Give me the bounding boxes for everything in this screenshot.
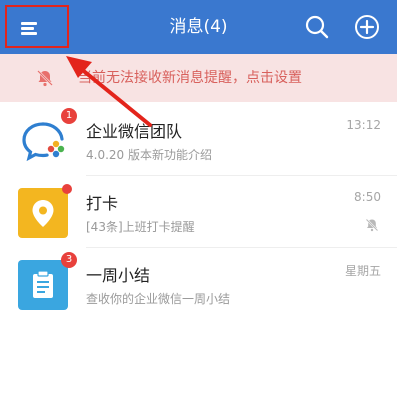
conversation-preview: [43条]上班打卡提醒	[86, 220, 195, 234]
conversation-preview: 4.0.20 版本新功能介绍	[86, 148, 212, 162]
avatar	[18, 116, 68, 166]
conversation-row[interactable]: 1 企业微信团队 4.0.20 版本新功能介绍 13:12	[0, 104, 397, 176]
wecom-logo-icon	[22, 122, 65, 162]
plus-circle-icon	[355, 15, 379, 39]
notice-text: 当前无法接收新消息提醒，点击设置	[78, 70, 302, 86]
conversation-preview: 查收你的企业微信一周小结	[86, 292, 231, 306]
conversation-row[interactable]: 打卡 [43条]上班打卡提醒 8:50	[0, 176, 397, 248]
unread-badge: 1	[61, 108, 77, 124]
header-bar: 消息(4)	[0, 0, 397, 54]
clipboard-icon	[33, 270, 53, 298]
conversation-name: 打卡	[86, 194, 119, 213]
conversation-row[interactable]: 3 一周小结 查收你的企业微信一周小结 星期五	[0, 248, 397, 320]
location-pin-icon	[32, 200, 54, 227]
conversation-time: 13:12	[346, 118, 381, 132]
unread-badge: 3	[61, 252, 77, 268]
conversation-name: 一周小结	[86, 266, 151, 285]
unread-dot	[62, 184, 72, 194]
search-icon	[305, 15, 329, 39]
conversation-name: 企业微信团队	[86, 122, 183, 141]
conversation-time: 8:50	[354, 190, 381, 204]
mute-bell-icon	[365, 218, 379, 232]
bell-muted-icon	[37, 70, 53, 87]
search-button[interactable]	[303, 13, 331, 41]
avatar	[18, 188, 68, 238]
conversation-time: 星期五	[344, 264, 381, 278]
add-button[interactable]	[353, 13, 381, 41]
menu-button[interactable]	[5, 5, 69, 48]
notification-warning-banner[interactable]: 当前无法接收新消息提醒，点击设置	[0, 54, 397, 102]
avatar	[18, 260, 68, 310]
